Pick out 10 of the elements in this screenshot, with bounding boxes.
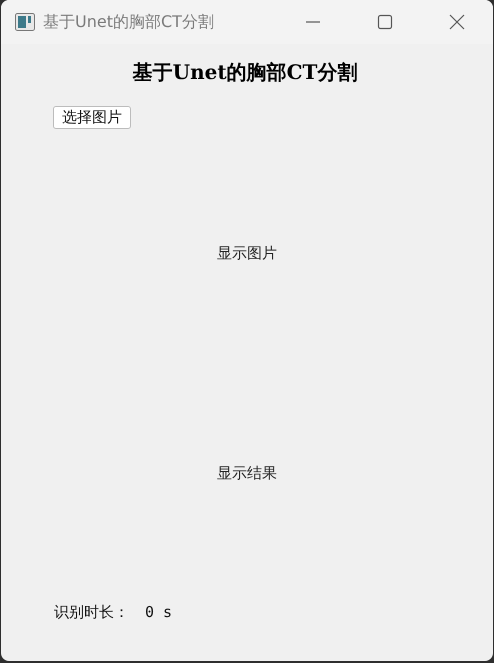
heading: 基于Unet的胸部CT分割 [132,59,358,86]
image-placeholder-text: 显示图片 [217,244,277,262]
window-title: 基于Unet的胸部CT分割 [43,12,214,32]
close-icon[interactable] [447,12,467,32]
app-icon [14,13,36,31]
duration-value: 0 s [145,603,172,622]
duration-label: 识别时长： [54,603,129,622]
select-image-button[interactable]: 选择图片 [53,106,131,129]
result-placeholder-text: 显示结果 [217,464,277,482]
maximize-icon[interactable] [375,12,395,32]
